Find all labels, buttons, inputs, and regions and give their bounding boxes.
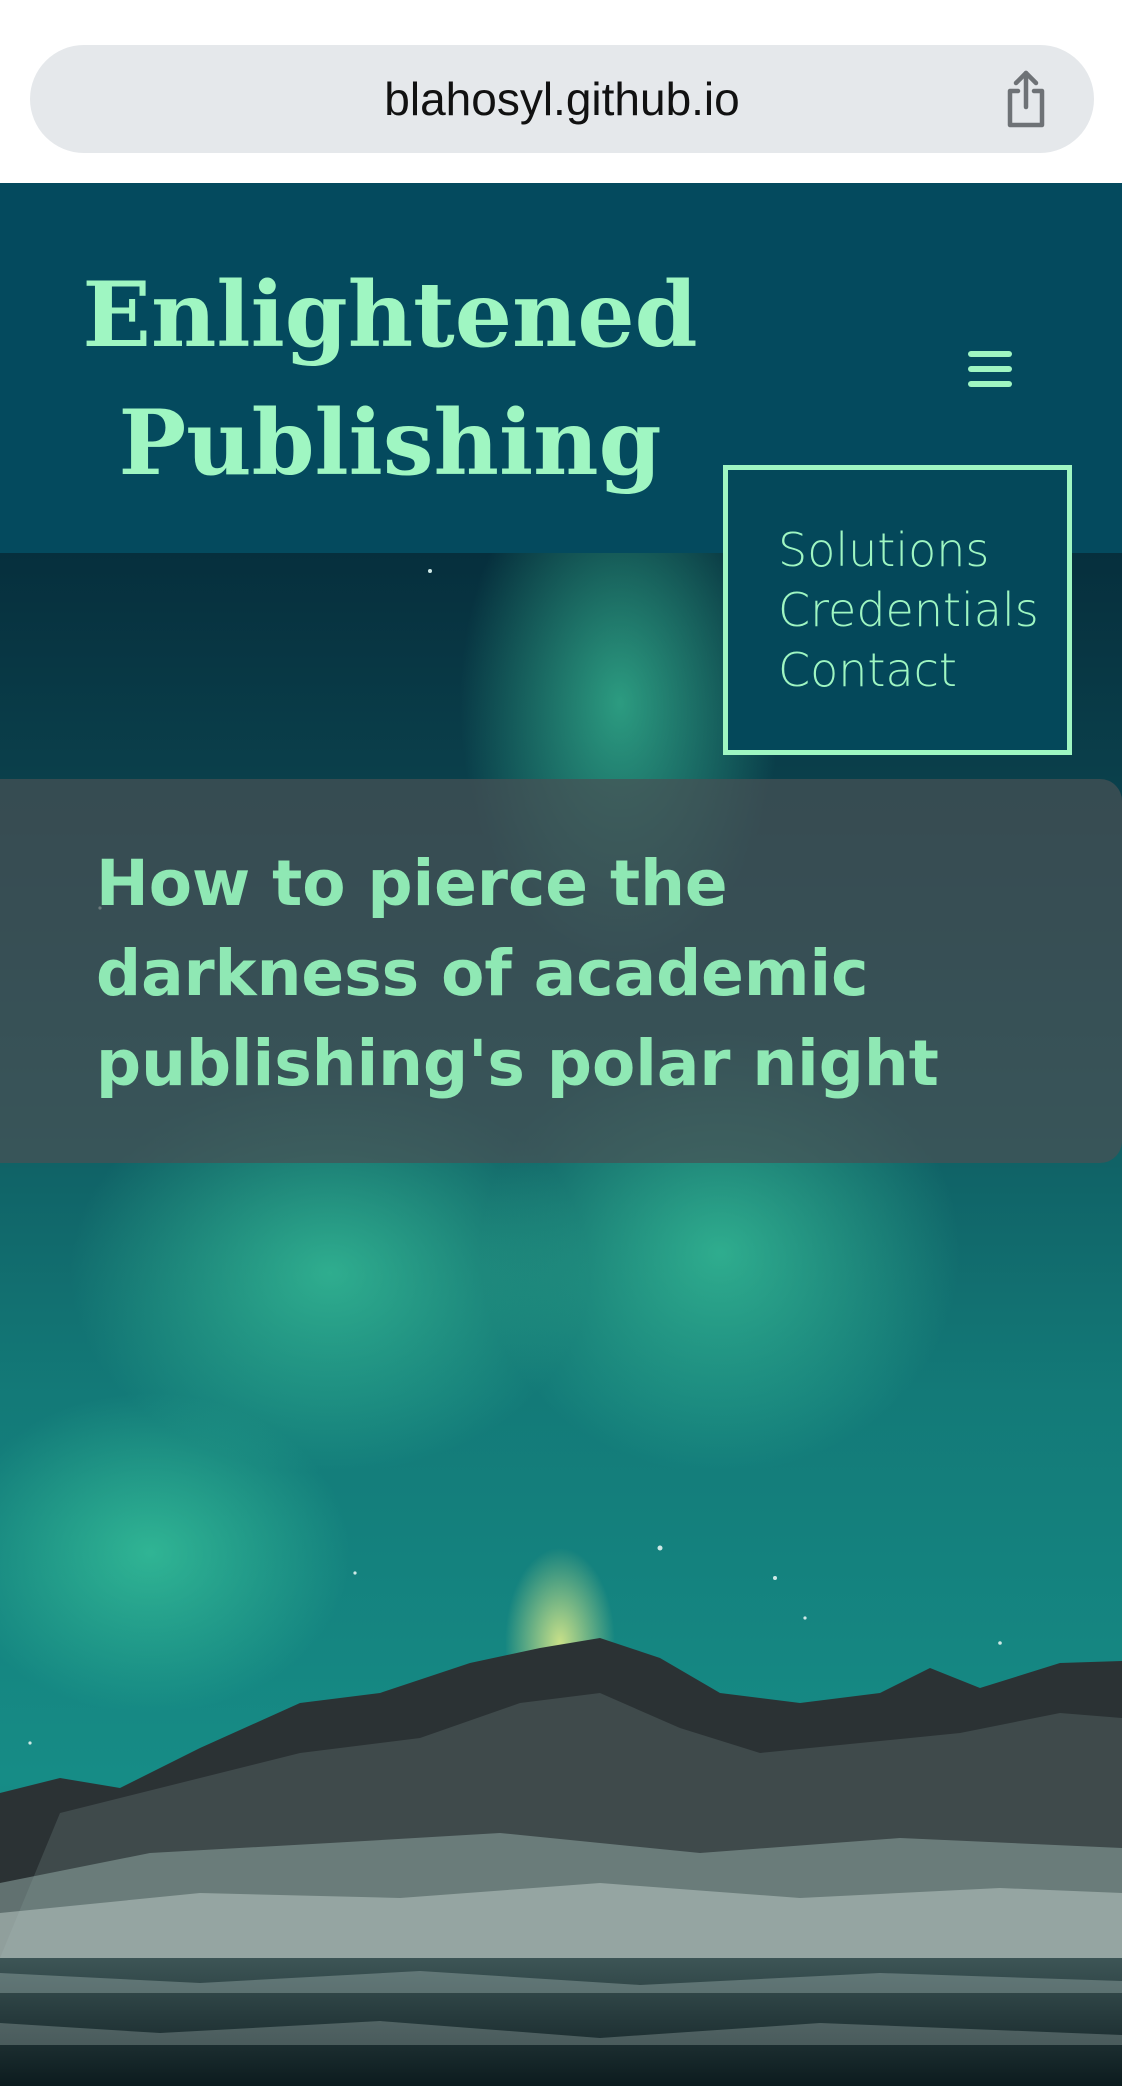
nav-item-credentials[interactable]: Credentials [778,580,1067,640]
share-icon[interactable] [996,69,1056,129]
site-title-line-2: Publishing [118,390,662,496]
nav-dropdown-menu: Solutions Credentials Contact [723,465,1072,755]
url-text[interactable]: blahosyl.github.io [30,45,1094,153]
web-page: Enlightened Publishing Solutions Credent… [0,183,1122,2086]
hero-headline-panel: How to pierce the darkness of academic p… [0,779,1122,1163]
hamburger-menu-icon[interactable] [962,343,1018,395]
site-title-line-1: Enlightened [82,262,698,368]
nav-item-solutions[interactable]: Solutions [778,520,1067,580]
address-bar[interactable]: blahosyl.github.io [30,45,1094,153]
hero-headline: How to pierce the darkness of academic p… [96,847,939,1100]
nav-item-contact[interactable]: Contact [778,640,1067,700]
browser-chrome: blahosyl.github.io [0,0,1122,183]
site-title[interactable]: Enlightened Publishing [60,251,720,507]
